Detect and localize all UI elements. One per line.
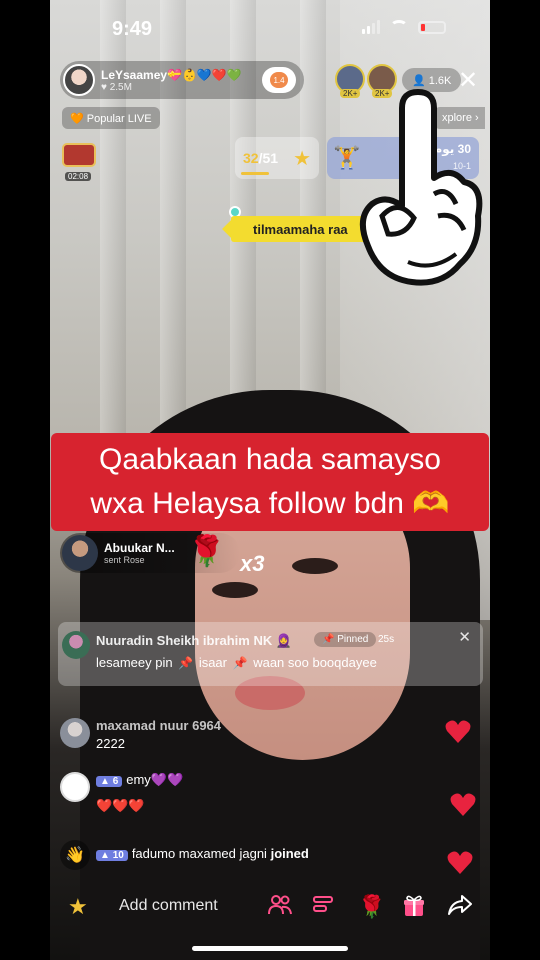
banner-line-2: wxa Helaysa follow bdn 🫶 (90, 487, 450, 520)
pointing-hand-sticker (359, 89, 483, 286)
host-likes: ♥ 2.5M (101, 81, 132, 93)
comment-text: ❤️❤️❤️ (96, 798, 145, 813)
promo-banner: Qaabkaan hada samayso wxa Helaysa follow… (51, 433, 489, 531)
treasure-timer: 02:08 (65, 172, 92, 181)
goal-widget[interactable]: 32/51 ★ (235, 137, 319, 179)
follow-heart-icon: 1.4 (270, 72, 288, 88)
pinned-avatar[interactable] (62, 631, 90, 659)
comment-avatar[interactable] (60, 772, 90, 802)
comment-username: maxamad nuur 6964 (96, 718, 222, 733)
star-icon: ★ (293, 147, 311, 170)
follow-button[interactable]: 1.4 (262, 67, 296, 93)
comment-avatar[interactable] (60, 718, 90, 748)
battery-icon (418, 20, 446, 34)
pinned-badge: 📌 Pinned (314, 632, 377, 647)
multi-guest-icon[interactable] (268, 894, 292, 922)
status-bar: 9:49 (50, 0, 490, 56)
status-time: 9:49 (112, 18, 153, 40)
pinned-time: 25s (378, 634, 395, 645)
status-icons (362, 20, 446, 34)
pinned-comment[interactable]: Nuuradin Sheikh ibrahim NK 🧕 📌 Pinned 25… (58, 622, 483, 686)
comment-join-text: ▲ 10 fadumo maxamed jagni joined (96, 846, 309, 861)
gift-action: sent Rose (104, 555, 145, 565)
guide-tag[interactable]: tilmaamaha raa (231, 216, 372, 242)
share-icon[interactable] (448, 894, 472, 922)
host-card[interactable]: LeYsaamey💝👶💙❤️💚 ♥ 2.5M 1.4 (60, 61, 304, 99)
signal-icon (362, 20, 380, 34)
bottom-bar: ★ Add comment 🌹 (50, 884, 490, 932)
pinned-username: Nuuradin Sheikh ibrahim NK 🧕 (96, 633, 293, 648)
home-indicator (192, 946, 348, 951)
goal-progress-bar (241, 172, 269, 175)
gift-sender-avatar[interactable] (62, 535, 98, 571)
layout-icon[interactable] (312, 894, 334, 922)
comment-username: ▲ 6 emy💜💜 (96, 772, 183, 788)
streamer-eye (212, 582, 258, 598)
gift-combo: x3 (240, 551, 265, 576)
pinned-text: lesameey pin 📌 isaar 📌 waan soo booqdaye… (96, 655, 377, 670)
star-icon[interactable]: ★ (68, 894, 88, 920)
close-icon[interactable]: ✕ (458, 628, 471, 646)
heart-icon (447, 851, 473, 874)
comment-text: 2222 (96, 736, 125, 751)
heart-icon (445, 720, 471, 743)
wifi-icon (390, 20, 408, 34)
popular-live-tag[interactable]: 🧡 Popular LIVE (62, 107, 160, 129)
pin-icon: 📌 (232, 656, 248, 670)
treasure-chest-icon[interactable]: 02:08 (60, 143, 98, 181)
heart-icon (450, 793, 476, 816)
comment-input[interactable]: Add comment (119, 897, 218, 915)
banner-line-1: Qaabkaan hada samayso (99, 443, 441, 476)
pin-icon: 📌 (178, 656, 194, 670)
level-badge: ▲ 10 (96, 850, 128, 861)
wave-icon: 👋 (60, 840, 90, 870)
gift-icon[interactable] (402, 894, 426, 924)
level-badge: ▲ 6 (96, 776, 123, 787)
streamer-eye (292, 558, 338, 574)
goal-progress: 32/51 (243, 150, 279, 166)
host-name: LeYsaamey💝👶💙❤️💚 (101, 67, 242, 82)
rose-icon: 🌹 (188, 535, 226, 568)
rose-gift-icon[interactable]: 🌹 (358, 894, 385, 920)
gift-sender-name: Abuukar N... (104, 541, 175, 555)
host-avatar[interactable] (63, 64, 95, 96)
